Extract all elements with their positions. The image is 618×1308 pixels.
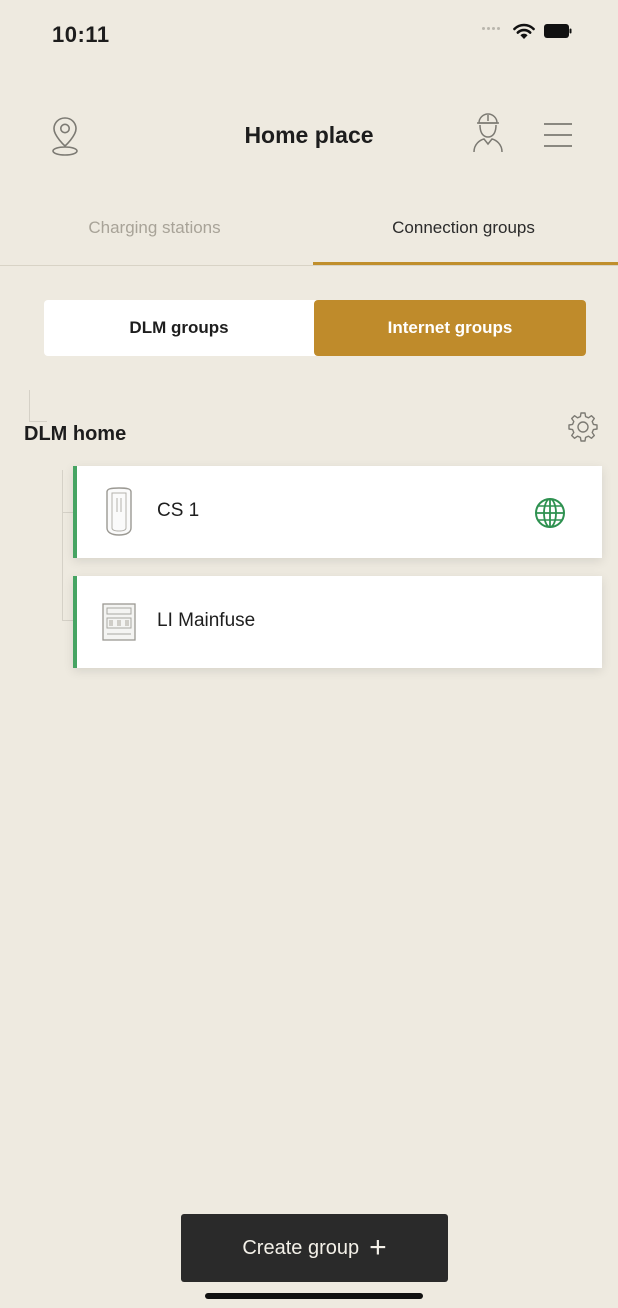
device-card-cs1[interactable]: CS 1 bbox=[73, 466, 602, 558]
group-title: DLM home bbox=[24, 423, 127, 445]
wifi-icon bbox=[513, 23, 535, 39]
internet-groups-button[interactable]: Internet groups bbox=[314, 300, 586, 356]
device-card-li-mainfuse[interactable]: LI Mainfuse bbox=[73, 576, 602, 668]
menu-icon[interactable] bbox=[540, 120, 576, 150]
charging-station-icon bbox=[106, 487, 132, 536]
page-title: Home place bbox=[244, 122, 374, 148]
header: Home place bbox=[0, 100, 618, 170]
screen: 10:11 Home place Charging stations Conne… bbox=[0, 0, 618, 1308]
signal-icon bbox=[482, 27, 504, 33]
tab-charging-stations[interactable]: Charging stations bbox=[0, 196, 309, 266]
dlm-groups-button[interactable]: DLM groups bbox=[44, 300, 314, 356]
device-name: CS 1 bbox=[157, 500, 200, 521]
active-tab-indicator bbox=[313, 262, 618, 265]
globe-icon bbox=[535, 498, 565, 528]
plus-icon: + bbox=[369, 1231, 387, 1264]
group-type-switch: DLM groups Internet groups bbox=[44, 300, 586, 356]
tree-connector bbox=[29, 390, 47, 422]
fuse-box-icon bbox=[102, 603, 136, 641]
tab-connection-groups[interactable]: Connection groups bbox=[309, 196, 618, 266]
home-indicator bbox=[205, 1293, 423, 1299]
status-bar: 10:11 bbox=[0, 0, 618, 80]
device-name: LI Mainfuse bbox=[157, 610, 256, 631]
status-time: 10:11 bbox=[52, 22, 110, 47]
gear-icon[interactable] bbox=[566, 410, 600, 444]
battery-icon bbox=[544, 24, 572, 38]
tab-bar: Charging stations Connection groups bbox=[0, 196, 618, 266]
user-profile-icon[interactable] bbox=[470, 110, 506, 154]
create-group-label: Create group bbox=[242, 1237, 360, 1259]
create-group-button[interactable]: Create group + bbox=[181, 1214, 448, 1282]
